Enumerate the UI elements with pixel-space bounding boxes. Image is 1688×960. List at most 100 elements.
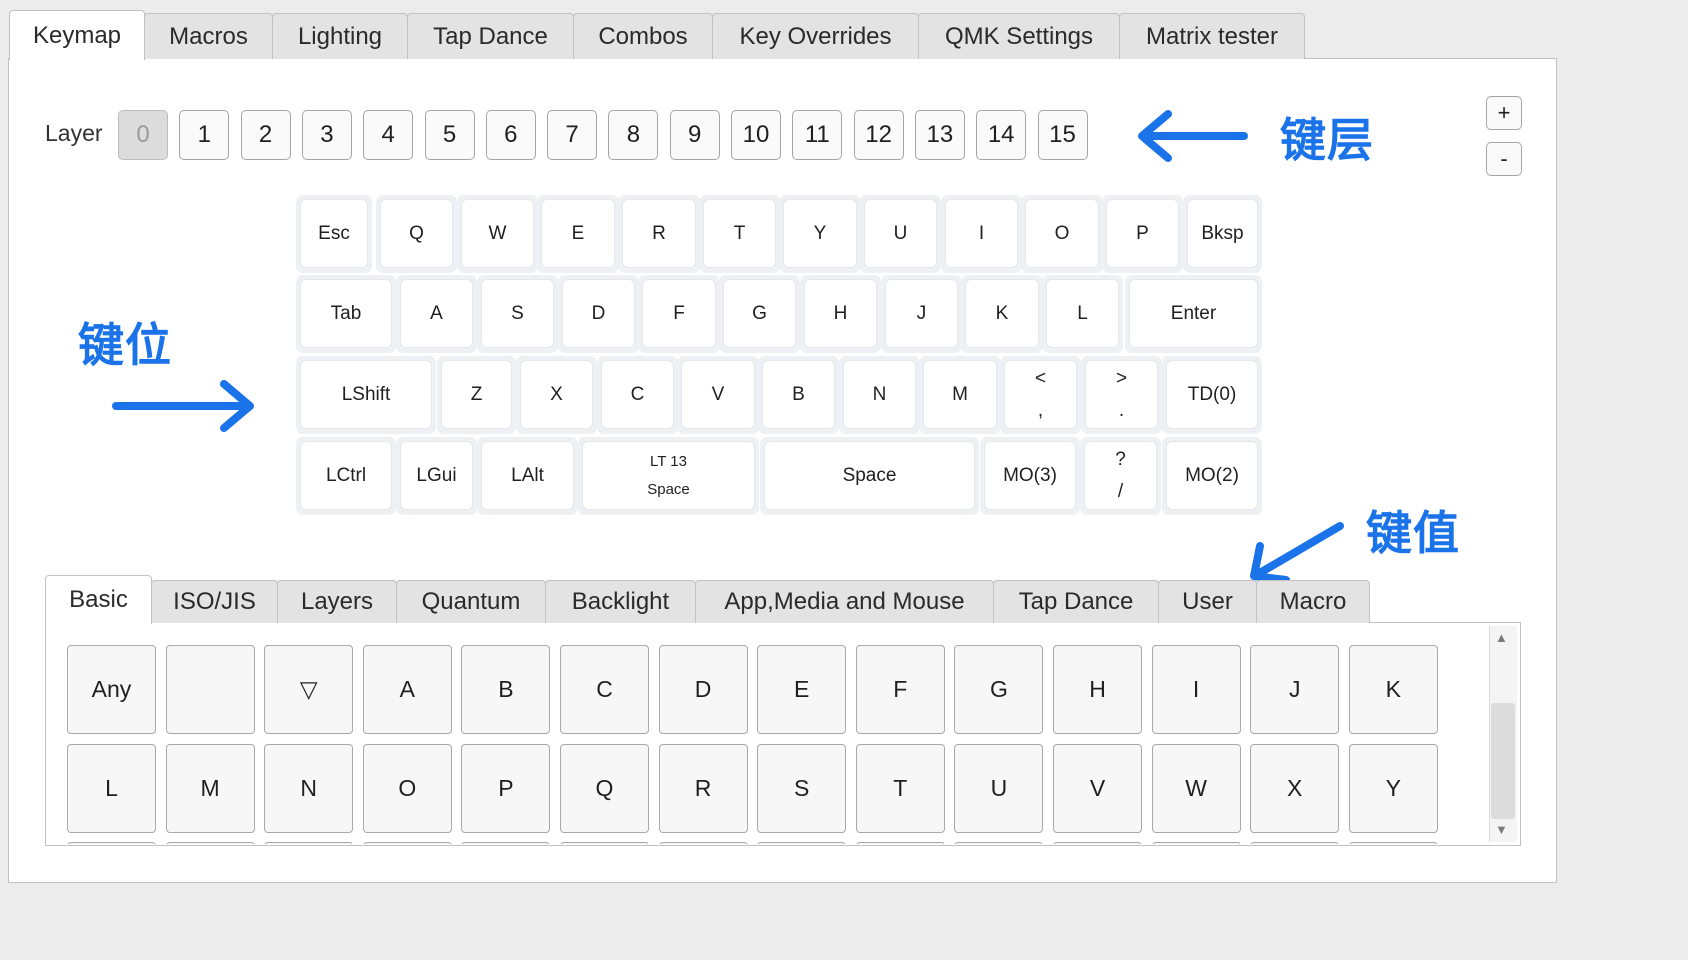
keycode-p[interactable]: P	[461, 743, 551, 833]
keycode-9[interactable]: 9	[954, 842, 1044, 844]
keycode-enter[interactable]: Enter	[1151, 842, 1241, 844]
scroll-up-icon[interactable]: ▲	[1495, 630, 1508, 645]
keyboard-key-j[interactable]: J	[881, 275, 962, 353]
tab-macros[interactable]: Macros	[144, 13, 273, 59]
keycode-l[interactable]: L	[67, 743, 156, 833]
keyboard-key-k[interactable]: K	[961, 275, 1043, 353]
keyboard-key-lalt[interactable]: LAlt	[477, 437, 578, 515]
layer-button-11[interactable]: 11	[792, 110, 843, 160]
keyboard-key-lgui[interactable]: LGui	[396, 437, 477, 515]
keyboard-key-o[interactable]: O	[1021, 195, 1103, 273]
keycode-1[interactable]: 1	[165, 842, 255, 844]
keycode-v[interactable]: V	[1053, 743, 1142, 833]
layer-button-10[interactable]: 10	[731, 110, 781, 160]
tab-key-overrides[interactable]: Key Overrides	[712, 13, 919, 59]
keyboard-key-r[interactable]: R	[618, 195, 700, 273]
keyboard-key-x[interactable]: X	[516, 356, 597, 434]
keycode-g[interactable]: G	[954, 645, 1044, 734]
keycode-any[interactable]: Any	[67, 645, 156, 734]
layer-button-7[interactable]: 7	[547, 110, 598, 160]
keycode-8[interactable]: 8	[855, 842, 945, 844]
keyboard-key-e[interactable]: E	[537, 195, 619, 273]
tab-user[interactable]: User	[1158, 580, 1257, 623]
keyboard-key-lshift[interactable]: LShift	[296, 356, 436, 434]
layer-button-3[interactable]: 3	[301, 110, 352, 160]
layer-button-12[interactable]: 12	[853, 110, 904, 160]
keyboard-key-space[interactable]: Space	[760, 437, 979, 515]
keyboard-key-d[interactable]: D	[558, 275, 639, 353]
tab-macro[interactable]: Macro	[1256, 580, 1370, 623]
layer-button-0[interactable]: 0	[118, 110, 168, 160]
scrollbar-thumb[interactable]	[1491, 703, 1515, 819]
keyboard-key-n[interactable]: N	[839, 356, 920, 434]
zoom-in-button[interactable]: +	[1486, 96, 1522, 130]
keyboard-key-enter[interactable]: Enter	[1125, 275, 1262, 353]
keycode-b[interactable]: B	[461, 645, 551, 734]
layer-button-6[interactable]: 6	[485, 110, 536, 160]
layer-button-13[interactable]: 13	[914, 110, 965, 160]
tab-layers[interactable]: Layers	[277, 580, 397, 623]
keycode-bksp[interactable]: Bksp	[1348, 842, 1438, 844]
keyboard-key-s[interactable]: S	[477, 275, 558, 353]
layer-button-1[interactable]: 1	[179, 110, 230, 160]
keyboard-key-v[interactable]: V	[677, 356, 759, 434]
tab-keymap[interactable]: Keymap	[9, 10, 145, 60]
keycode-s[interactable]: S	[757, 743, 847, 833]
keycode-c[interactable]: C	[560, 645, 649, 734]
keyboard-key-r2k9[interactable]: >.	[1081, 356, 1162, 434]
keyboard-key-t[interactable]: T	[699, 195, 780, 273]
tab-iso-jis[interactable]: ISO/JIS	[151, 580, 278, 623]
keyboard-key-b[interactable]: B	[758, 356, 839, 434]
keycode-w[interactable]: W	[1151, 743, 1241, 833]
keycode-transparent[interactable]: ▽	[264, 645, 354, 734]
keycode-x[interactable]: X	[1250, 743, 1340, 833]
keyboard-key-m[interactable]: M	[919, 356, 1001, 434]
tab-combos[interactable]: Combos	[573, 13, 713, 59]
keyboard-key-c[interactable]: C	[597, 356, 678, 434]
keycode-y[interactable]: Y	[1348, 743, 1438, 833]
keyboard-key-w[interactable]: W	[457, 195, 538, 273]
keyboard-key-l[interactable]: L	[1042, 275, 1123, 353]
keycode-esc[interactable]: Esc	[1250, 842, 1340, 844]
keycode-5[interactable]: 5	[560, 842, 649, 844]
keyboard-key-tab[interactable]: Tab	[296, 275, 396, 353]
keycode-7[interactable]: 7	[757, 842, 847, 844]
layer-button-5[interactable]: 5	[424, 110, 475, 160]
keyboard-key-q[interactable]: Q	[376, 195, 457, 273]
keycode-f[interactable]: F	[855, 645, 945, 734]
keycode-r[interactable]: R	[658, 743, 748, 833]
keycode-6[interactable]: 6	[658, 842, 748, 844]
tab-quantum[interactable]: Quantum	[396, 580, 546, 623]
keycode-i[interactable]: I	[1151, 645, 1241, 734]
tab-backlight[interactable]: Backlight	[545, 580, 696, 623]
layer-button-2[interactable]: 2	[240, 110, 291, 160]
keyboard-key-esc[interactable]: Esc	[296, 195, 372, 273]
zoom-out-button[interactable]: -	[1486, 142, 1522, 176]
tab-lighting[interactable]: Lighting	[272, 13, 408, 59]
tab-keycode-tap-dance[interactable]: Tap Dance	[993, 580, 1159, 623]
tab-app-media-mouse[interactable]: App,Media and Mouse	[695, 580, 994, 623]
keyboard-key-td-0[interactable]: TD(0)	[1162, 356, 1262, 434]
keyboard-key-lctrl[interactable]: LCtrl	[296, 437, 396, 515]
keycode-h[interactable]: H	[1053, 645, 1142, 734]
keycode-d[interactable]: D	[658, 645, 748, 734]
keycode-k[interactable]: K	[1348, 645, 1438, 734]
keyboard-key-mo-3[interactable]: MO(3)	[980, 437, 1080, 515]
keyboard-key-p[interactable]: P	[1102, 195, 1183, 273]
keycode-blank[interactable]	[165, 645, 255, 734]
keyboard-key-i[interactable]: I	[941, 195, 1022, 273]
keyboard-key-r3k6[interactable]: ? /	[1080, 437, 1161, 515]
keycode-o[interactable]: O	[362, 743, 452, 833]
keyboard-key-u[interactable]: U	[860, 195, 941, 273]
keyboard-key-y[interactable]: Y	[779, 195, 861, 273]
keycode-m[interactable]: M	[165, 743, 255, 833]
keyboard-key-r2k8[interactable]: <,	[1000, 356, 1081, 434]
keycode-2[interactable]: 2	[264, 842, 354, 844]
keycode-e[interactable]: E	[757, 645, 847, 734]
keycode-z[interactable]: Z	[67, 842, 156, 844]
keycode-j[interactable]: J	[1250, 645, 1340, 734]
tab-qmk-settings[interactable]: QMK Settings	[918, 13, 1120, 59]
keycode-q[interactable]: Q	[560, 743, 649, 833]
scroll-down-icon[interactable]: ▼	[1495, 822, 1508, 837]
layer-button-9[interactable]: 9	[669, 110, 720, 160]
